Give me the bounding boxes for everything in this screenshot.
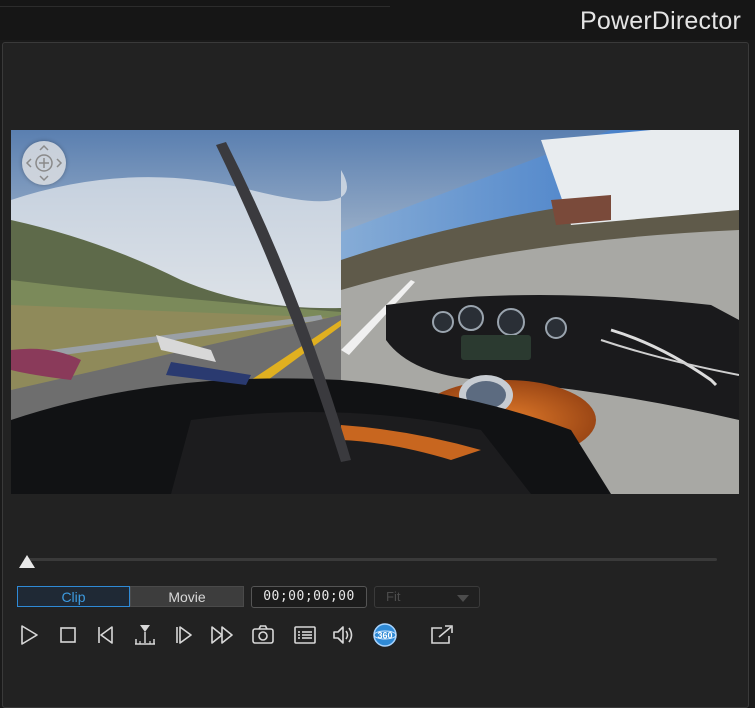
360-navigation-control[interactable] <box>22 141 66 185</box>
360-view-icon: 360 <box>373 623 397 647</box>
fast-forward-icon <box>211 626 233 644</box>
split-icon <box>135 625 155 645</box>
movie-mode-tab[interactable]: Movie <box>130 586 244 607</box>
undock-preview-button[interactable] <box>427 622 457 648</box>
scrubber-thumb[interactable] <box>19 555 35 568</box>
timeline-scrubber[interactable] <box>24 558 717 561</box>
subtitles-button[interactable] <box>290 622 320 648</box>
timecode-display[interactable]: 00;00;00;00 <box>251 586 367 608</box>
divider <box>0 6 390 7</box>
zoom-select[interactable]: Fit <box>374 586 480 608</box>
snapshot-button[interactable] <box>248 622 278 648</box>
previous-frame-button[interactable] <box>91 622 121 648</box>
clip-mode-tab[interactable]: Clip <box>17 586 130 607</box>
next-frame-button[interactable] <box>168 622 198 648</box>
fast-forward-button[interactable] <box>208 622 238 648</box>
chevron-down-icon <box>457 595 469 602</box>
next-frame-icon <box>176 626 192 644</box>
previous-frame-icon <box>98 626 113 644</box>
navigation-arrows-icon <box>25 144 63 182</box>
play-icon <box>21 625 38 645</box>
volume-icon <box>333 626 353 644</box>
undock-icon <box>431 625 453 644</box>
360-label: 360 <box>377 631 392 641</box>
preview-frame-image <box>11 130 739 494</box>
title-bar: PowerDirector <box>0 0 755 40</box>
subtitles-icon <box>294 626 316 644</box>
360-view-button[interactable]: 360 <box>370 622 400 648</box>
preview-viewer[interactable] <box>11 130 739 494</box>
app-title: PowerDirector <box>580 7 741 35</box>
stop-button[interactable] <box>53 622 83 648</box>
preview-panel <box>2 42 749 708</box>
volume-button[interactable] <box>329 622 359 648</box>
snapshot-icon <box>252 625 274 644</box>
stop-icon <box>60 627 76 643</box>
zoom-select-value: Fit <box>386 589 401 604</box>
split-button[interactable] <box>130 622 160 648</box>
play-button[interactable] <box>14 622 44 648</box>
